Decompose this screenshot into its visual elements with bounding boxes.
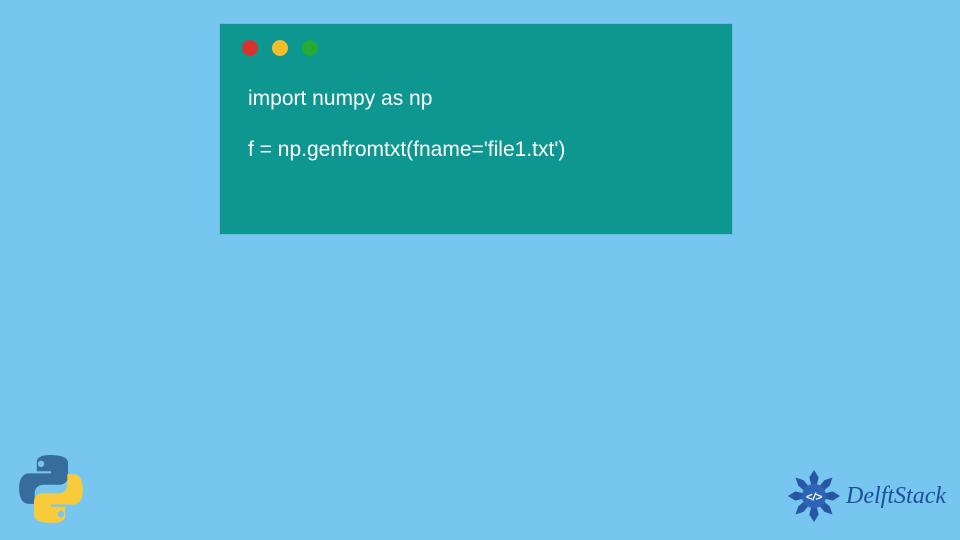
code-window: import numpy as np f = np.genfromtxt(fna…	[220, 24, 732, 234]
close-icon	[242, 40, 258, 56]
code-line-2: f = np.genfromtxt(fname='file1.txt')	[248, 137, 704, 162]
delftstack-logo: </> DelftStack	[786, 468, 946, 524]
python-logo-icon	[12, 450, 90, 528]
window-controls	[220, 24, 732, 64]
brand-mark-text: </>	[806, 492, 823, 504]
brand-name: DelftStack	[846, 483, 946, 510]
delftstack-badge-icon: </>	[786, 468, 842, 524]
code-body: import numpy as np f = np.genfromtxt(fna…	[220, 64, 732, 162]
minimize-icon	[272, 40, 288, 56]
expand-icon	[302, 40, 318, 56]
code-line-1: import numpy as np	[248, 86, 704, 111]
